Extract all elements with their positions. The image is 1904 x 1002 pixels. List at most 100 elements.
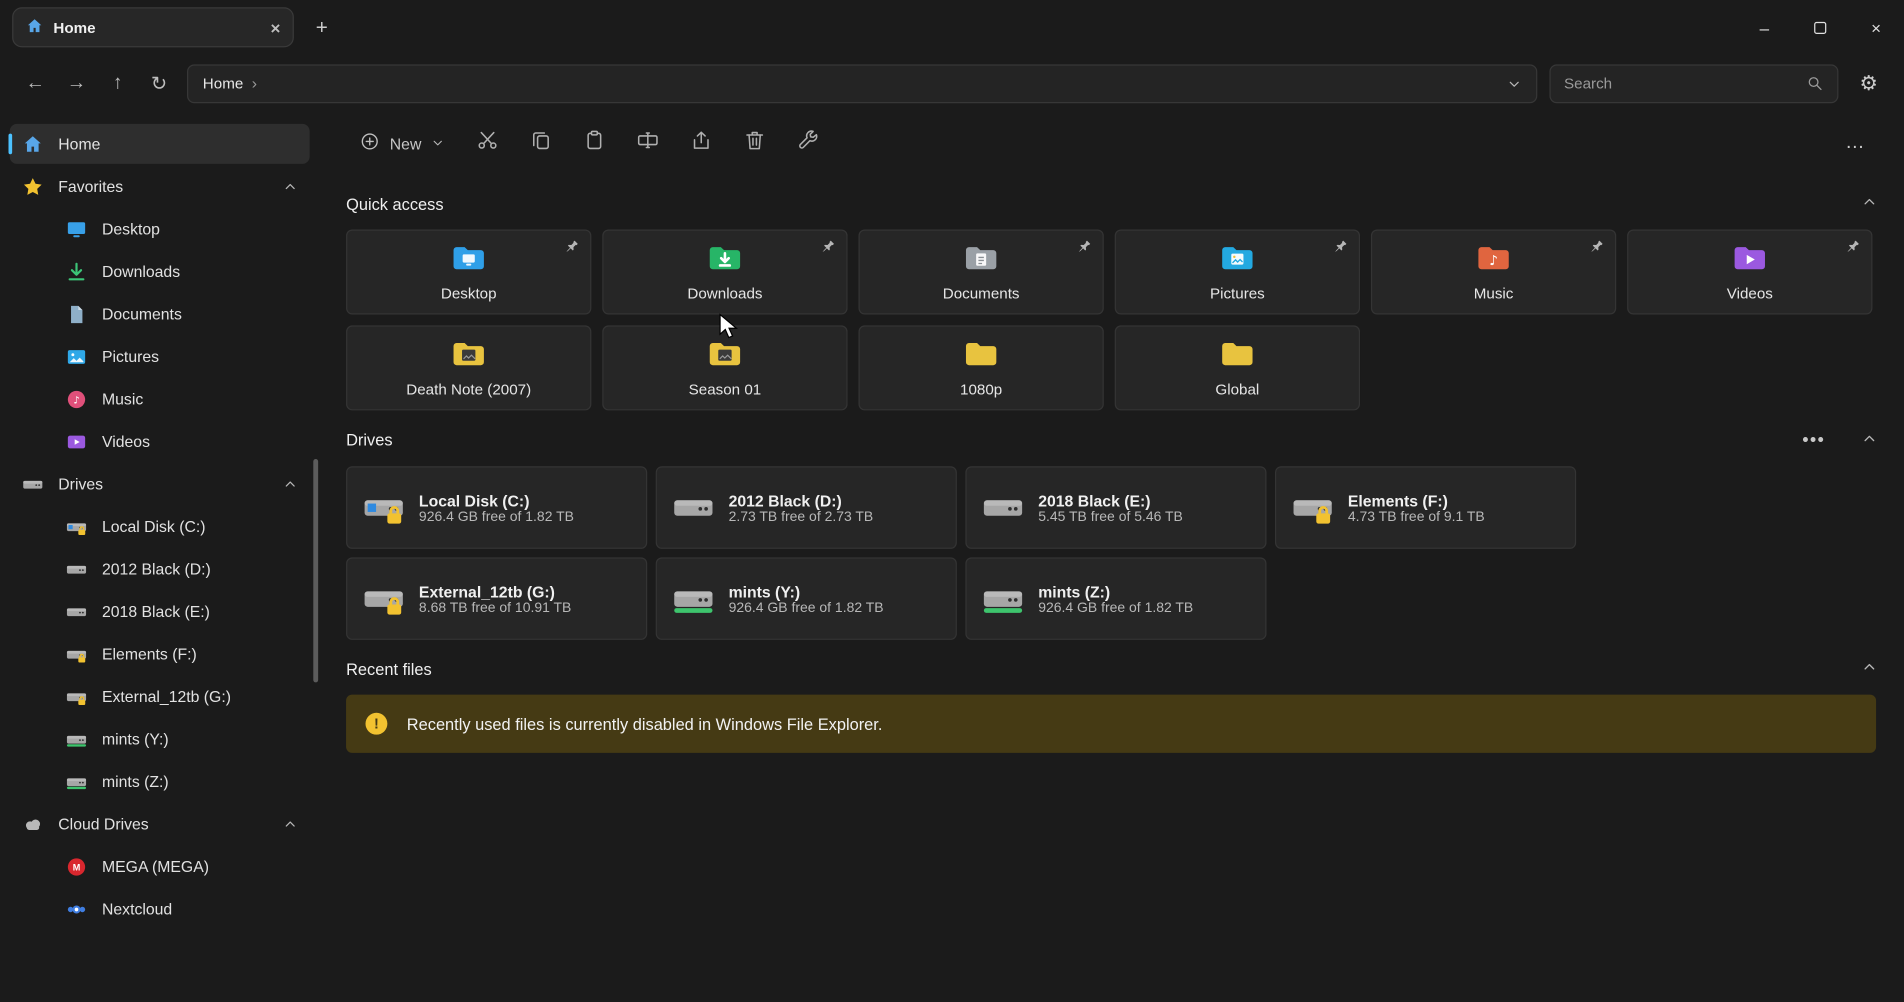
section-title: Drives <box>346 431 392 449</box>
sidebar-section-drives[interactable]: Drives <box>10 464 310 504</box>
rename-button[interactable] <box>623 123 672 164</box>
sidebar-item-mega-mega[interactable]: M MEGA (MEGA) <box>10 846 310 886</box>
folder-icon <box>1219 335 1255 371</box>
title-bar: Home × + – × <box>0 0 1904 55</box>
sidebar-item-mints-z[interactable]: mints (Z:) <box>10 761 310 801</box>
drive-card-2012-black-d[interactable]: 2012 Black (D:) 2.73 TB free of 2.73 TB <box>656 466 957 549</box>
sidebar-item-local-disk-c[interactable]: Local Disk (C:) <box>10 506 310 546</box>
pin-icon[interactable] <box>1331 238 1349 256</box>
quick-access-card-documents[interactable]: Documents <box>859 230 1104 315</box>
quick-access-card-videos[interactable]: Videos <box>1627 230 1872 315</box>
share-button[interactable] <box>676 123 725 164</box>
back-button[interactable]: ← <box>15 63 56 104</box>
quick-access-card-music[interactable]: ♪ Music <box>1371 230 1616 315</box>
drive-card-2018-black-e[interactable]: 2018 Black (E:) 5.45 TB free of 5.46 TB <box>965 466 1266 549</box>
quick-access-card-pictures[interactable]: Pictures <box>1115 230 1360 315</box>
collapse-quick-access-icon[interactable] <box>1862 194 1878 213</box>
pin-icon[interactable] <box>1075 238 1093 256</box>
drives-more-icon[interactable]: ••• <box>1802 430 1825 451</box>
forward-button[interactable]: → <box>56 63 97 104</box>
up-button[interactable]: ↑ <box>97 63 138 104</box>
quick-access-card-season-01[interactable]: Season 01 <box>602 325 847 410</box>
pin-icon[interactable] <box>1843 238 1861 256</box>
sidebar-item-label: mints (Z:) <box>102 772 169 790</box>
tab-close-icon[interactable]: × <box>271 19 281 36</box>
drive-card-local-disk-c[interactable]: Local Disk (C:) 926.4 GB free of 1.82 TB <box>346 466 647 549</box>
svg-text:♪: ♪ <box>73 395 79 406</box>
cut-button[interactable] <box>463 123 512 164</box>
folder-music-icon: ♪ <box>1475 239 1511 275</box>
sidebar-item-external-12tb-g[interactable]: External_12tb (G:) <box>10 676 310 716</box>
sidebar-section-cloud-drives[interactable]: Cloud Drives <box>10 804 310 844</box>
chevron-up-icon[interactable] <box>283 477 298 492</box>
sidebar-item-downloads[interactable]: Downloads <box>10 251 310 291</box>
drives-grid: Local Disk (C:) 926.4 GB free of 1.82 TB… <box>346 466 1589 640</box>
sidebar-item-pictures[interactable]: Pictures <box>10 336 310 376</box>
properties-button[interactable] <box>783 123 832 164</box>
breadcrumb[interactable]: Home <box>203 75 243 92</box>
sidebar-item-desktop[interactable]: Desktop <box>10 209 310 249</box>
sidebar-scrollbar[interactable] <box>313 459 318 682</box>
star-icon <box>22 175 44 197</box>
chevron-up-icon[interactable] <box>283 817 298 832</box>
search-placeholder: Search <box>1564 75 1612 92</box>
quick-access-label: Videos <box>1727 285 1773 302</box>
delete-button[interactable] <box>730 123 779 164</box>
drives-header: Drives ••• <box>346 430 1877 451</box>
document-icon <box>66 303 88 325</box>
quick-access-label: 1080p <box>960 381 1002 398</box>
pin-icon[interactable] <box>818 238 836 256</box>
sidebar-item-music[interactable]: ♪ Music <box>10 379 310 419</box>
sidebar-item-home[interactable]: Home <box>10 124 310 164</box>
sidebar-section-favorites[interactable]: Favorites <box>10 166 310 206</box>
quick-access-card-global[interactable]: Global <box>1115 325 1360 410</box>
address-dropdown-icon[interactable] <box>1507 76 1522 91</box>
drive-name: Local Disk (C:) <box>419 491 632 509</box>
quick-access-label: Downloads <box>687 285 762 302</box>
settings-gear-icon[interactable]: ⚙ <box>1848 63 1889 104</box>
quick-access-grid: Desktop Downloads Documents Pictures ♪ M… <box>346 230 1876 411</box>
paste-icon <box>582 129 605 158</box>
drive-name: External_12tb (G:) <box>419 582 632 600</box>
drive-card-elements-f[interactable]: Elements (F:) 4.73 TB free of 9.1 TB <box>1275 466 1576 549</box>
copy-button[interactable] <box>516 123 565 164</box>
drive-card-external-12tb-g[interactable]: External_12tb (G:) 8.68 TB free of 10.91… <box>346 557 647 640</box>
collapse-drives-icon[interactable] <box>1862 430 1878 449</box>
navigation-bar: ← → ↑ ↻ Home › Search ⚙ <box>0 55 1904 112</box>
nextcloud-icon <box>66 898 88 920</box>
sidebar-item-label: Documents <box>102 305 182 323</box>
new-tab-button[interactable]: + <box>304 9 340 45</box>
sidebar-item-videos[interactable]: Videos <box>10 421 310 461</box>
maximize-button[interactable] <box>1792 0 1848 55</box>
sidebar-item-2012-black-d[interactable]: 2012 Black (D:) <box>10 549 310 589</box>
paste-button[interactable] <box>570 123 619 164</box>
drive-os-icon <box>66 515 88 537</box>
chevron-up-icon[interactable] <box>283 179 298 194</box>
tab-home[interactable]: Home × <box>12 7 294 47</box>
quick-access-card-desktop[interactable]: Desktop <box>346 230 591 315</box>
sidebar-item-elements-f[interactable]: Elements (F:) <box>10 634 310 674</box>
sidebar-item-nextcloud[interactable]: Nextcloud <box>10 889 310 929</box>
sidebar-item-2018-black-e[interactable]: 2018 Black (E:) <box>10 591 310 631</box>
close-button[interactable]: × <box>1848 0 1904 55</box>
search-input[interactable]: Search <box>1549 64 1838 103</box>
quick-access-card-downloads[interactable]: Downloads <box>602 230 847 315</box>
new-button[interactable]: New <box>346 123 458 164</box>
see-more-icon[interactable]: … <box>1834 132 1878 154</box>
refresh-button[interactable]: ↻ <box>138 63 179 104</box>
sidebar-item-documents[interactable]: Documents <box>10 294 310 334</box>
quick-access-card-death-note-2007[interactable]: Death Note (2007) <box>346 325 591 410</box>
quick-access-label: Death Note (2007) <box>406 381 531 398</box>
drive-card-mints-y[interactable]: mints (Y:) 926.4 GB free of 1.82 TB <box>656 557 957 640</box>
drive-info: mints (Z:) 926.4 GB free of 1.82 TB <box>1038 582 1251 615</box>
collapse-recent-icon[interactable] <box>1862 659 1878 678</box>
quick-access-card-1080p[interactable]: 1080p <box>859 325 1104 410</box>
sidebar-item-mints-y[interactable]: mints (Y:) <box>10 719 310 759</box>
address-bar[interactable]: Home › <box>187 64 1537 103</box>
drive-card-mints-z[interactable]: mints (Z:) 926.4 GB free of 1.82 TB <box>965 557 1266 640</box>
minimize-button[interactable]: – <box>1736 0 1792 55</box>
pin-icon[interactable] <box>1587 238 1605 256</box>
window-controls: – × <box>1736 0 1904 55</box>
drive-green-icon <box>672 577 716 621</box>
pin-icon[interactable] <box>562 238 580 256</box>
